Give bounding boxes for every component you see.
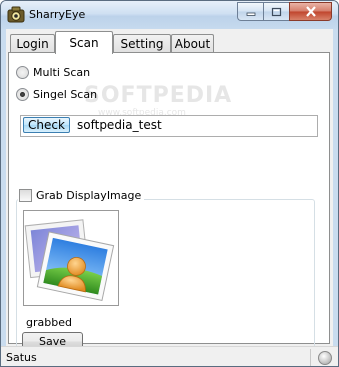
window-title: SharryEye	[29, 8, 86, 21]
tab-scan[interactable]: Scan	[55, 31, 113, 54]
status-led-icon	[318, 351, 332, 365]
tab-about[interactable]: About	[171, 34, 214, 53]
watermark-text: SOFTPEDIA	[84, 83, 233, 108]
grab-status-text: grabbed	[26, 316, 72, 329]
status-text: Satus	[6, 351, 37, 364]
minimize-icon	[246, 12, 255, 16]
maximize-icon	[271, 7, 282, 16]
image-placeholder-icon	[24, 219, 115, 302]
check-button[interactable]: Check	[23, 117, 70, 133]
tab-setting[interactable]: Setting	[113, 34, 171, 53]
single-scan-label: Singel Scan	[33, 88, 98, 101]
multi-scan-label: Multi Scan	[33, 66, 91, 79]
check-input-row: Check softpedia_test	[20, 115, 318, 137]
status-separator	[310, 349, 311, 366]
multi-scan-option[interactable]: Multi Scan	[16, 66, 90, 79]
single-scan-option[interactable]: Singel Scan	[16, 88, 97, 101]
status-bar: Satus	[1, 346, 338, 366]
close-icon	[305, 6, 316, 17]
single-scan-radio[interactable]	[16, 88, 29, 101]
close-button[interactable]	[289, 2, 332, 21]
tab-login[interactable]: Login	[10, 34, 55, 53]
grab-display-image-option[interactable]: Grab DisplayImage	[18, 189, 145, 202]
app-window: SharryEye Login Scan Setting About SOFTP…	[0, 0, 339, 367]
check-text-field[interactable]: softpedia_test	[77, 118, 162, 132]
scan-tab-panel: SOFTPEDIA www.softpedia.com Multi Scan S…	[8, 52, 330, 366]
multi-scan-radio[interactable]	[16, 66, 29, 79]
window-controls	[237, 2, 332, 22]
grabbed-image-preview	[23, 210, 119, 306]
maximize-button[interactable]	[263, 2, 289, 21]
minimize-button[interactable]	[237, 2, 263, 21]
title-bar[interactable]: SharryEye	[1, 1, 338, 29]
camera-eye-icon[interactable]	[7, 6, 25, 24]
watermark: SOFTPEDIA www.softpedia.com	[84, 83, 232, 118]
client-area: Login Scan Setting About SOFTPEDIA www.s…	[6, 29, 333, 366]
grab-display-image-checkbox[interactable]	[19, 189, 32, 202]
grab-display-image-label: Grab DisplayImage	[36, 189, 142, 202]
